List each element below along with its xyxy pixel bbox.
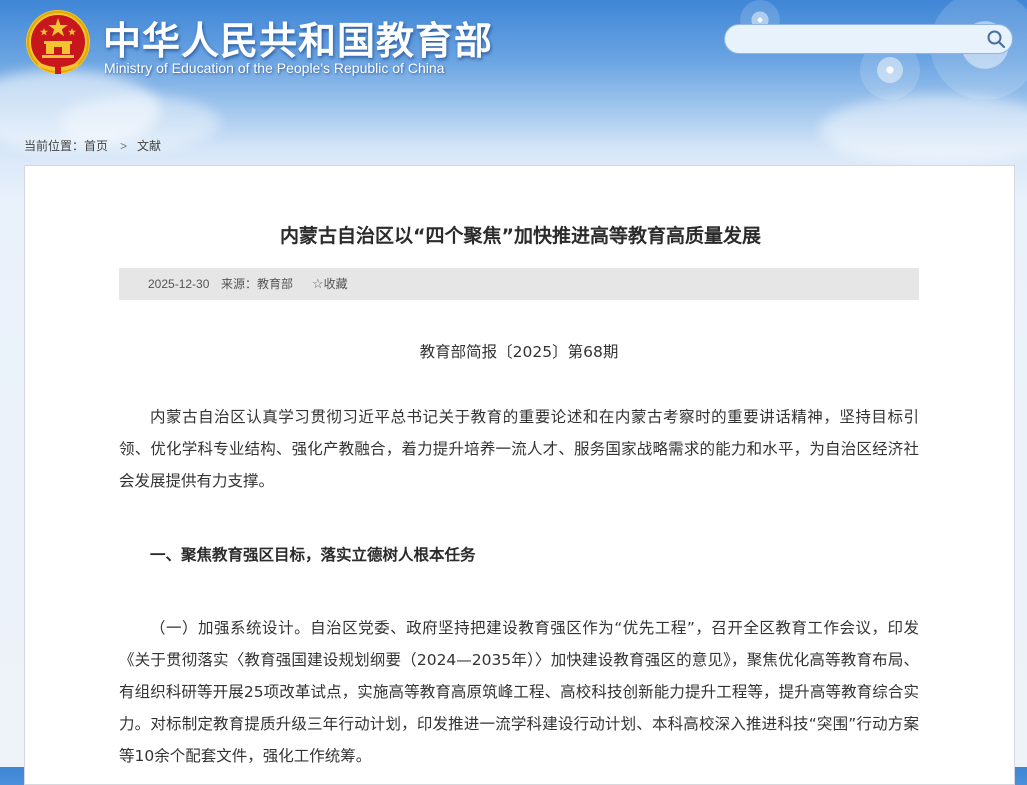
favorite-label: 收藏	[323, 277, 348, 291]
cloud-decoration	[820, 95, 1027, 165]
favorite-button[interactable]: ☆收藏	[312, 268, 348, 300]
star-icon: ☆	[312, 276, 324, 291]
breadcrumb-separator: >	[120, 139, 128, 153]
paragraph: 内蒙古自治区认真学习贯彻习近平总书记关于教育的重要论述和在内蒙古考察时的重要讲话…	[119, 408, 919, 490]
national-emblem-icon[interactable]	[24, 8, 92, 76]
article-body: 教育部简报〔2025〕第68期 内蒙古自治区认真学习贯彻习近平总书记关于教育的重…	[119, 331, 919, 772]
article-meta-bar: 2025-12-30 来源：教育部 ☆收藏	[119, 268, 919, 300]
site-subtitle: Ministry of Education of the People's Re…	[104, 60, 445, 76]
issue-number: 教育部简报〔2025〕第68期	[419, 343, 619, 361]
article-panel: 内蒙古自治区以“四个聚焦”加快推进高等教育高质量发展 2025-12-30 来源…	[24, 165, 1015, 785]
paragraph: （一）加强系统设计。自治区党委、政府坚持把建设教育强区作为“优先工程”，召开全区…	[119, 619, 919, 765]
site-title[interactable]: 中华人民共和国教育部	[103, 10, 493, 65]
search-input[interactable]	[737, 29, 986, 51]
search-box	[724, 24, 1013, 54]
breadcrumb: 当前位置：首页 > 文献	[24, 137, 161, 154]
article-title: 内蒙古自治区以“四个聚焦”加快推进高等教育高质量发展	[280, 225, 761, 247]
breadcrumb-home-link[interactable]: 首页	[84, 139, 108, 153]
search-icon[interactable]	[986, 29, 1006, 49]
breadcrumb-current-link[interactable]: 文献	[137, 139, 161, 153]
publish-date: 2025-12-30	[148, 277, 210, 291]
article-source: 来源：教育部	[221, 277, 294, 291]
breadcrumb-label: 当前位置：	[24, 139, 85, 153]
section-heading: 一、聚焦教育强区目标，落实立德树人根本任务	[150, 546, 476, 564]
